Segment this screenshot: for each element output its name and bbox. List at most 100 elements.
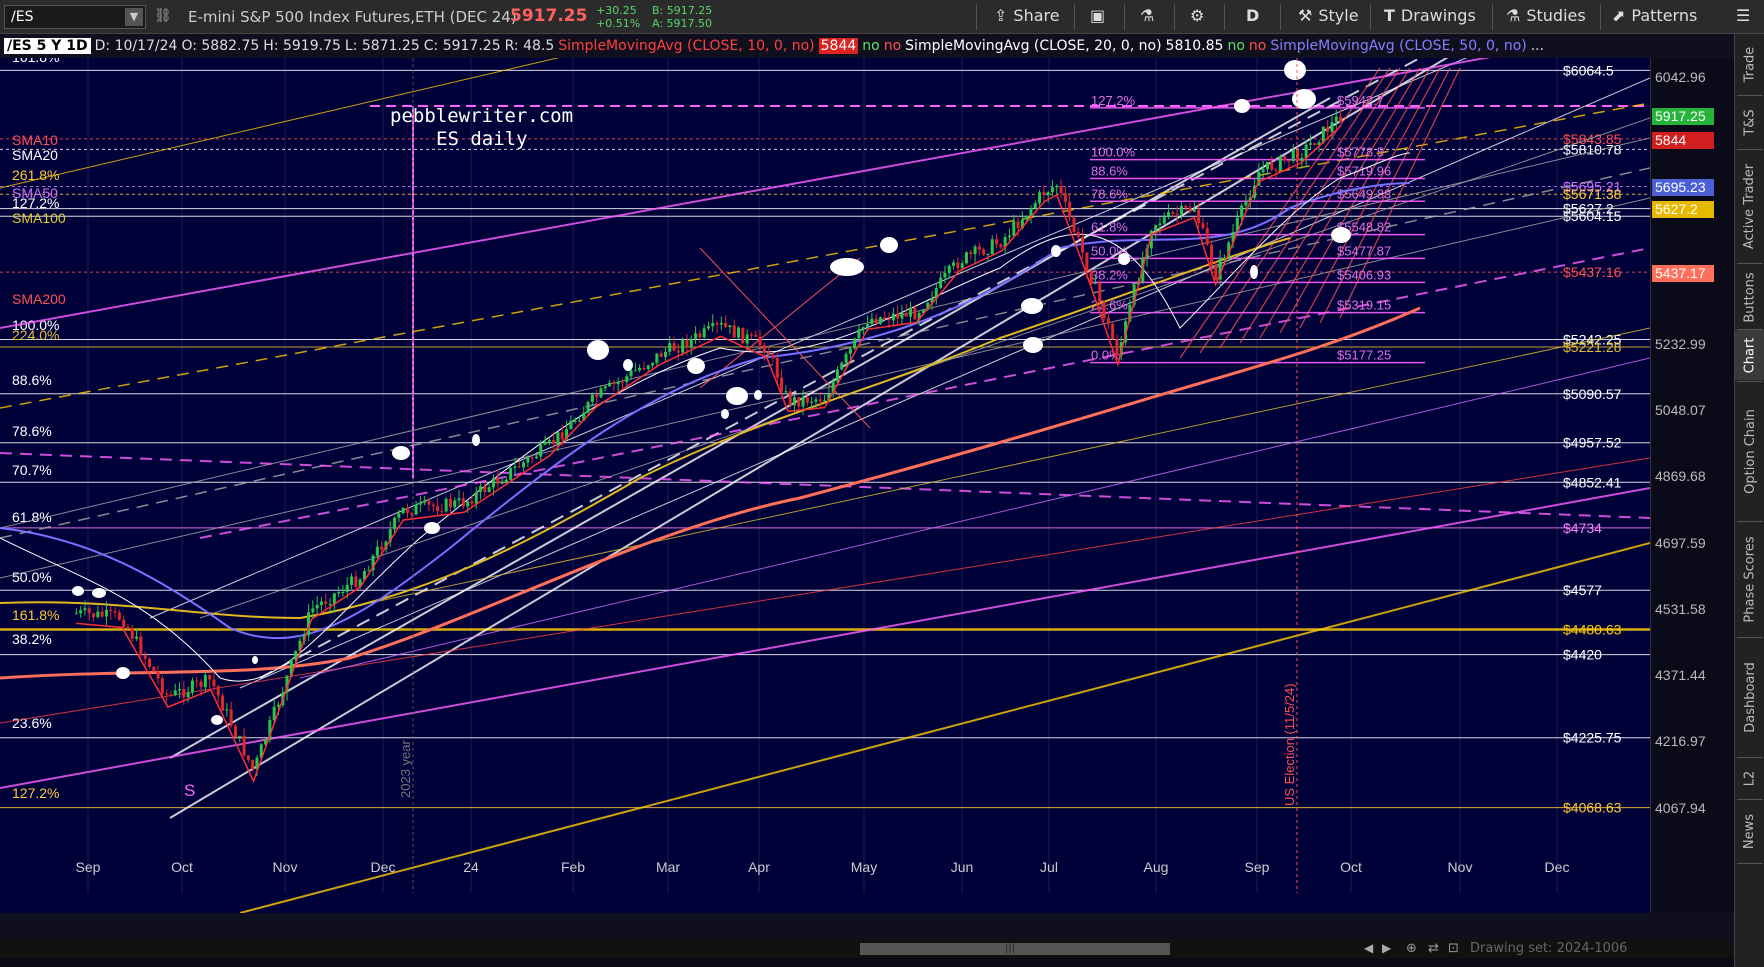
candle-body [655,353,659,363]
tab-label: Option Chain [1742,408,1758,494]
toolbar-divider [976,4,977,30]
tab-trade[interactable]: Trade [1735,34,1764,94]
toolbar-divider [1370,4,1371,30]
candle-body [1192,209,1196,212]
patterns-button[interactable]: ⬈ Patterns [1612,6,1697,25]
left-fib-label: 50.0% [12,569,52,585]
candle-body [152,666,156,672]
instrument-description: E-mini S&P 500 Index Futures,ETH (DEC 24… [188,8,517,26]
text-tool-icon: T [1384,6,1395,25]
sync-icon[interactable]: ⇄ [1428,941,1439,956]
candle-body [1167,212,1171,218]
legend-sma20[interactable]: SimpleMovingAvg (CLOSE, 20, 0, no) [905,38,1161,54]
chart-canvas[interactable]: Sep Oct Nov Dec 24 Feb Mar Apr May Jun Jul Aug Sep Oc… [0,58,1650,913]
tab-phase-scores[interactable]: Phase Scores [1735,522,1764,636]
drawings-button[interactable]: T Drawings [1384,6,1476,25]
candle-body [638,367,642,371]
candle-body [741,327,745,344]
tab-chart[interactable]: Chart [1735,330,1764,380]
candle-body [805,397,809,403]
share-button[interactable]: ⇪ Share [994,6,1060,25]
candle-body [715,323,719,325]
ellipse-marker [392,446,410,460]
candle-body [208,675,212,680]
level-price-label: $5437.16 [1563,264,1622,280]
screenshot-button[interactable]: ▣ [1090,6,1105,25]
price-badge-label: 5844 [1655,132,1686,148]
price-axis[interactable]: 6042.96 5232.99 5048.07 4869.68 4697.59 4531.… [1650,58,1734,913]
ask-price: A: 5917.50 [652,17,713,30]
candle-body [758,336,762,346]
left-fib-label: 161.8% [12,607,59,623]
zoom-icon[interactable]: ⊕ [1406,941,1417,956]
candle-body [1093,282,1097,284]
tab-t-s[interactable]: T&S [1735,96,1764,148]
tab-label: News [1742,813,1758,849]
candle-body [427,500,431,505]
link-icon[interactable]: ⛓ [154,8,172,24]
candle-body [345,584,349,593]
aggregation-button[interactable]: D [1246,6,1259,25]
candle-body [491,477,495,488]
candle-body [711,323,715,327]
left-fib-label: 161.8% [12,58,59,65]
level-price-label: $4420 [1563,647,1602,663]
style-button[interactable]: ⚒ Style [1298,6,1359,25]
change-block: +30.25 +0.51% [596,4,640,30]
candle-body [242,735,246,756]
tab-l2[interactable]: L2 [1735,758,1764,798]
x-tick-label: Nov [1448,859,1473,875]
candle-body [694,333,698,339]
sma10-line [76,125,1342,784]
tab-dashboard[interactable]: Dashboard [1735,638,1764,756]
ellipse-marker [623,359,633,371]
candle-body [999,244,1003,248]
trend-line [199,247,1650,539]
inner-fib-price: $5477.87 [1337,243,1391,258]
chart-title[interactable]: /ES 5 Y 1D [4,38,91,54]
ellipse-marker [721,409,729,419]
trend-line [0,137,1650,529]
candle-body [977,246,981,250]
inner-fib-price: $5406.93 [1337,267,1391,282]
tab-label: Active Trader [1742,163,1758,249]
tab-buttons[interactable]: Buttons [1735,266,1764,328]
legend-sma10[interactable]: SimpleMovingAvg (CLOSE, 10, 0, no) [558,38,814,54]
symbol-text: /ES [11,9,34,25]
tab-option-chain[interactable]: Option Chain [1735,382,1764,520]
candle-body [612,382,616,385]
studies-button[interactable]: ⚗ Studies [1506,6,1586,25]
candle-body [109,609,113,612]
candle-body [659,353,663,358]
time-scrollbar[interactable]: ||| ◀ ▶ ⊕ ⇄ ⊡ Drawing set: 2024-1006 [0,940,1734,958]
tab-news[interactable]: News [1735,800,1764,862]
trend-line [259,58,1421,679]
settings-button[interactable]: ⚙ [1190,6,1204,25]
symbol-input[interactable]: /ES ▼ [4,5,146,29]
flask-button[interactable]: ⚗ [1140,6,1154,25]
candle-body [866,324,870,328]
candle-body [952,262,956,266]
chart-area[interactable]: Sep Oct Nov Dec 24 Feb Mar Apr May Jun Jul Aug Sep Oc… [0,58,1650,913]
legend-more[interactable]: ... [1531,38,1544,54]
candle-body [1111,323,1115,340]
tab-divider [1737,263,1763,264]
candle-body [801,397,805,407]
price-tick-label: 4371.44 [1655,667,1706,683]
inner-fib-price: $5778.5 [1337,145,1384,160]
menu-button[interactable]: ☰ [1736,6,1750,25]
candle-body [737,327,741,338]
legend-date: D: 10/17/24 [94,38,178,54]
candle-body [973,246,977,255]
scroll-left-arrow[interactable]: ◀ [1364,941,1373,955]
style-icon: ⚒ [1298,6,1313,25]
lock-icon[interactable]: ⊡ [1448,941,1459,956]
drawings-label: Drawings [1400,6,1476,25]
scroll-right-arrow[interactable]: ▶ [1382,941,1391,955]
tab-active-trader[interactable]: Active Trader [1735,150,1764,262]
candle-body [1154,225,1158,231]
price-tick-label: 5232.99 [1655,336,1706,352]
chevron-down-icon[interactable]: ▼ [125,8,143,26]
legend-sma50[interactable]: SimpleMovingAvg (CLOSE, 50, 0, no) [1270,38,1526,54]
legend-close: C: 5917.25 [423,38,501,54]
